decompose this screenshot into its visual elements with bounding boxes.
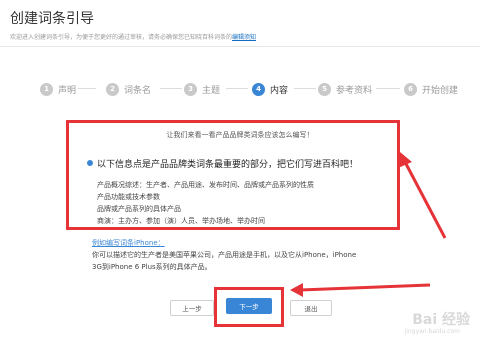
exit-button[interactable]: 退出 [290, 300, 332, 316]
arrow-to-highlight [402, 159, 447, 239]
next-step-button[interactable]: 下一步 [226, 298, 272, 314]
prev-step-button[interactable]: 上一步 [170, 300, 214, 316]
arrow-to-next [299, 283, 431, 292]
watermark-logo: Bai 经验 [412, 312, 470, 328]
arrow-head-up [398, 152, 412, 168]
arrow-head-left [290, 283, 303, 297]
watermark-url: jingyan.baidu.com [404, 328, 460, 335]
